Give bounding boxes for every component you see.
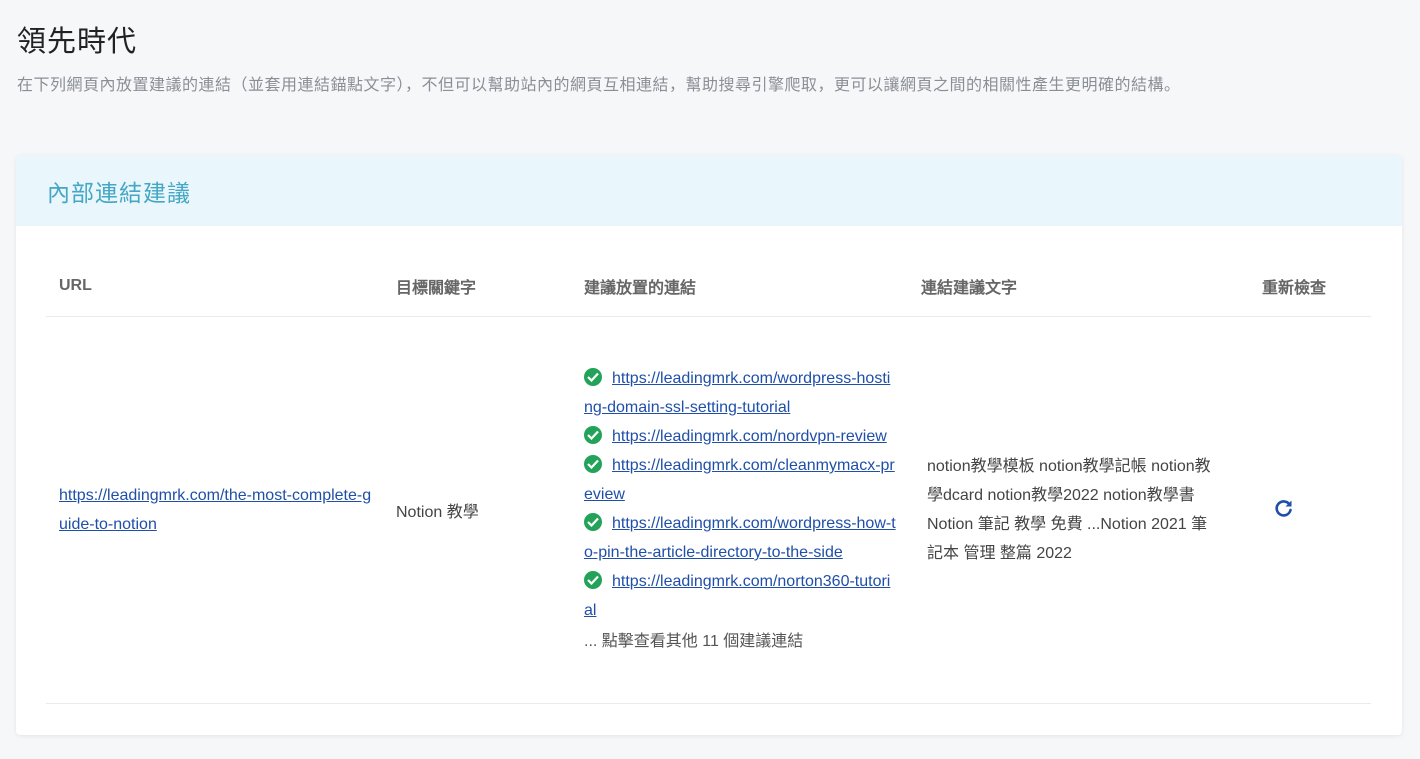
cell-keyword: Notion 教學 (384, 498, 572, 522)
page-title: 領先時代 (17, 26, 138, 58)
check-circle-icon (584, 368, 602, 386)
cell-url: https://leadingmrk.com/the-most-complete… (46, 481, 384, 539)
internal-links-card: 內部連結建議 URL 目標關鍵字 建議放置的連結 連結建議文字 重新檢查 htt… (16, 155, 1402, 735)
page-url-link[interactable]: https://leadingmrk.com/the-most-complete… (59, 481, 377, 539)
header-links: 建議放置的連結 (584, 279, 697, 297)
table-header: URL 目標關鍵字 建議放置的連結 連結建議文字 重新檢查 (46, 255, 1371, 317)
cell-suggested-links: https://leadingmrk.com/wordpress-hosting… (572, 364, 909, 656)
cell-anchor-text: notion教學模板 notion教學記帳 notion教學dcard noti… (909, 452, 1249, 568)
refresh-icon[interactable] (1274, 498, 1294, 518)
card-title: 內部連結建議 (47, 179, 191, 206)
list-item: https://leadingmrk.com/norton360-tutoria… (584, 567, 896, 625)
page-description: 在下列網頁內放置建議的連結（並套用連結錨點文字），不但可以幫助站內的網頁互相連結… (17, 77, 1181, 94)
suggested-link[interactable]: https://leadingmrk.com/wordpress-hosting… (584, 370, 890, 416)
check-circle-icon (584, 455, 602, 473)
header-recheck: 重新檢查 (1262, 279, 1327, 297)
suggested-links-list: https://leadingmrk.com/wordpress-hosting… (584, 364, 909, 656)
list-item: https://leadingmrk.com/wordpress-how-to-… (584, 509, 896, 567)
header-anchor-text: 連結建議文字 (921, 279, 1018, 297)
list-item: https://leadingmrk.com/wordpress-hosting… (584, 364, 896, 422)
suggested-link[interactable]: https://leadingmrk.com/wordpress-how-to-… (584, 515, 896, 561)
check-circle-icon (584, 426, 602, 444)
anchor-text: notion教學模板 notion教學記帳 notion教學dcard noti… (927, 458, 1211, 562)
suggested-link[interactable]: https://leadingmrk.com/norton360-tutoria… (584, 573, 890, 619)
list-item: https://leadingmrk.com/nordvpn-review (584, 422, 896, 451)
target-keyword: Notion 教學 (396, 504, 479, 521)
more-links-toggle[interactable]: ... 點擊查看其他 11 個建議連結 (584, 627, 909, 656)
card-header: 內部連結建議 (16, 155, 1402, 226)
list-item: https://leadingmrk.com/cleanmymacx-previ… (584, 451, 896, 509)
suggested-link[interactable]: https://leadingmrk.com/cleanmymacx-previ… (584, 457, 895, 503)
table-row: https://leadingmrk.com/the-most-complete… (46, 317, 1371, 704)
check-circle-icon (584, 571, 602, 589)
header-url: URL (59, 276, 92, 294)
page-header: 領先時代 在下列網頁內放置建議的連結（並套用連結錨點文字），不但可以幫助站內的網… (17, 22, 1407, 98)
suggestions-table: URL 目標關鍵字 建議放置的連結 連結建議文字 重新檢查 https://le… (46, 255, 1371, 704)
cell-recheck (1249, 498, 1371, 523)
suggested-link[interactable]: https://leadingmrk.com/nordvpn-review (612, 428, 887, 445)
header-keyword: 目標關鍵字 (396, 279, 477, 297)
check-circle-icon (584, 513, 602, 531)
